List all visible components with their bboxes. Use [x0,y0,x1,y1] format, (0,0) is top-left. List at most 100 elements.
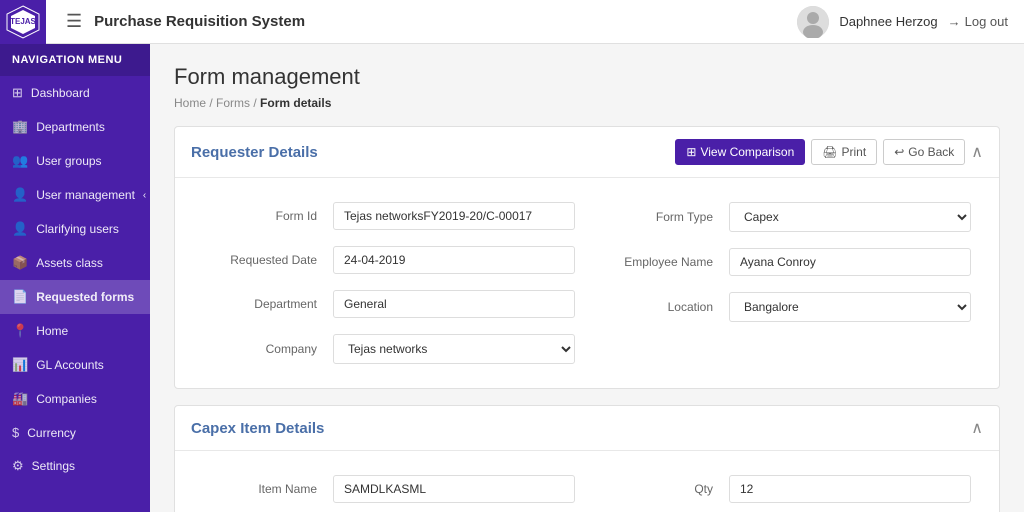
department-input[interactable] [333,290,575,318]
sidebar-item-currency[interactable]: $ Currency [0,416,150,449]
capex-card-header: Capex Item Details ∧ [175,406,999,451]
go-back-icon: ↩ [894,145,904,159]
settings-icon: ⚙ [12,458,24,474]
form-id-input[interactable] [333,202,575,230]
sidebar-item-gl-accounts[interactable]: 📊 GL Accounts [0,348,150,382]
sidebar-header: NAVIGATION MENU [0,44,150,76]
sidebar-item-label: Assets class [36,256,103,270]
logo: TEJAS [0,0,46,44]
topbar-left: TEJAS ☰ Purchase Requisition System [16,0,305,44]
sidebar-item-label: Departments [36,120,105,134]
company-select[interactable]: Tejas networks [333,334,575,364]
capex-collapse-button[interactable]: ∧ [971,418,983,438]
requester-card-actions: ⊞ View Comparison 🖨 Print ↩ Go Back ∧ [675,139,983,165]
sidebar-item-companies[interactable]: 🏭 Companies [0,382,150,416]
company-label: Company [203,342,333,356]
form-type-label: Form Type [599,210,729,224]
sidebar-item-label: Home [36,324,68,338]
capex-details-card: Capex Item Details ∧ Item Name Currency [174,405,1000,512]
sidebar-item-label: User groups [36,154,101,168]
sidebar-item-label: Companies [36,392,97,406]
location-row: Location Bangalore [587,284,983,330]
sidebar-item-user-management[interactable]: 👤 User management ‹ [0,178,150,212]
department-value [333,290,575,318]
user-name: Daphnee Herzog [839,14,937,29]
sidebar-item-label: GL Accounts [36,358,104,372]
go-back-button[interactable]: ↩ Go Back [883,139,965,165]
assets-class-icon: 📦 [12,255,28,271]
requester-collapse-button[interactable]: ∧ [971,139,983,165]
requested-date-row: Requested Date [191,238,587,282]
sidebar-item-locations[interactable]: 📍 Home [0,314,150,348]
sidebar: NAVIGATION MENU ⊞ Dashboard 🏢 Department… [0,44,150,512]
requester-card-header: Requester Details ⊞ View Comparison 🖨 Pr… [175,127,999,178]
topbar: TEJAS ☰ Purchase Requisition System Daph… [0,0,1024,44]
capex-form-grid: Item Name Currency * INR [175,451,999,512]
department-label: Department [203,297,333,311]
sidebar-item-requested-forms[interactable]: 📄 Requested forms [0,280,150,314]
user-groups-icon: 👥 [12,153,28,169]
form-type-value: Capex [729,202,971,232]
qty-row: Qty [587,467,983,511]
dashboard-icon: ⊞ [12,85,23,101]
breadcrumb-forms[interactable]: Forms [216,96,250,110]
sidebar-item-settings[interactable]: ⚙ Settings [0,449,150,483]
companies-icon: 🏭 [12,391,28,407]
department-row: Department [191,282,587,326]
sidebar-item-user-groups[interactable]: 👥 User groups [0,144,150,178]
sidebar-item-label: Clarifying users [36,222,119,236]
capex-right-col: Qty Price/qty Make/Model [587,467,983,512]
view-comparison-button[interactable]: ⊞ View Comparison [675,139,805,165]
user-management-icon: 👤 [12,187,28,203]
svg-text:TEJAS: TEJAS [10,17,36,26]
chevron-icon: ‹ [143,190,146,201]
item-name-input[interactable] [333,475,575,503]
form-id-label: Form Id [203,209,333,223]
gl-accounts-icon: 📊 [12,357,28,373]
view-comparison-icon: ⊞ [686,145,696,159]
form-id-value [333,202,575,230]
breadcrumb-home[interactable]: Home [174,96,206,110]
qty-label: Qty [599,482,729,496]
clarifying-users-icon: 👤 [12,221,28,237]
requester-details-card: Requester Details ⊞ View Comparison 🖨 Pr… [174,126,1000,389]
logout-label: Log out [965,14,1008,29]
requested-date-label: Requested Date [203,253,333,267]
employee-name-label: Employee Name [599,255,729,269]
sidebar-item-label: Requested forms [36,290,134,304]
location-select[interactable]: Bangalore [729,292,971,322]
sidebar-item-assets-class[interactable]: 📦 Assets class [0,246,150,280]
capex-card-title: Capex Item Details [191,420,324,437]
requested-forms-icon: 📄 [12,289,28,305]
avatar [797,6,829,38]
employee-name-value [729,248,971,276]
requester-form-grid: Form Id Requested Date Department [175,178,999,388]
sidebar-item-label: Dashboard [31,86,90,100]
requester-card-title: Requester Details [191,144,318,161]
locations-icon: 📍 [12,323,28,339]
employee-name-row: Employee Name [587,240,983,284]
logout-button[interactable]: → Log out [948,14,1008,29]
sidebar-item-clarifying-users[interactable]: 👤 Clarifying users [0,212,150,246]
requested-date-input[interactable] [333,246,575,274]
qty-input[interactable] [729,475,971,503]
sidebar-item-departments[interactable]: 🏢 Departments [0,110,150,144]
requester-right-col: Form Type Capex Employee Name [587,194,983,372]
page-title: Form management [174,64,1000,90]
topbar-right: Daphnee Herzog → Log out [797,6,1008,38]
requester-left-col: Form Id Requested Date Department [191,194,587,372]
print-button[interactable]: 🖨 Print [811,139,877,165]
sidebar-item-dashboard[interactable]: ⊞ Dashboard [0,76,150,110]
employee-name-input[interactable] [729,248,971,276]
item-name-row: Item Name [191,467,587,511]
form-type-select[interactable]: Capex [729,202,971,232]
item-name-value [333,475,575,503]
breadcrumb: Home / Forms / Form details [174,96,1000,110]
sidebar-item-label: User management [36,188,135,202]
location-value: Bangalore [729,292,971,322]
requested-date-value [333,246,575,274]
form-id-row: Form Id [191,194,587,238]
hamburger-icon[interactable]: ☰ [66,11,82,32]
capex-left-col: Item Name Currency * INR [191,467,587,512]
form-type-row: Form Type Capex [587,194,983,240]
